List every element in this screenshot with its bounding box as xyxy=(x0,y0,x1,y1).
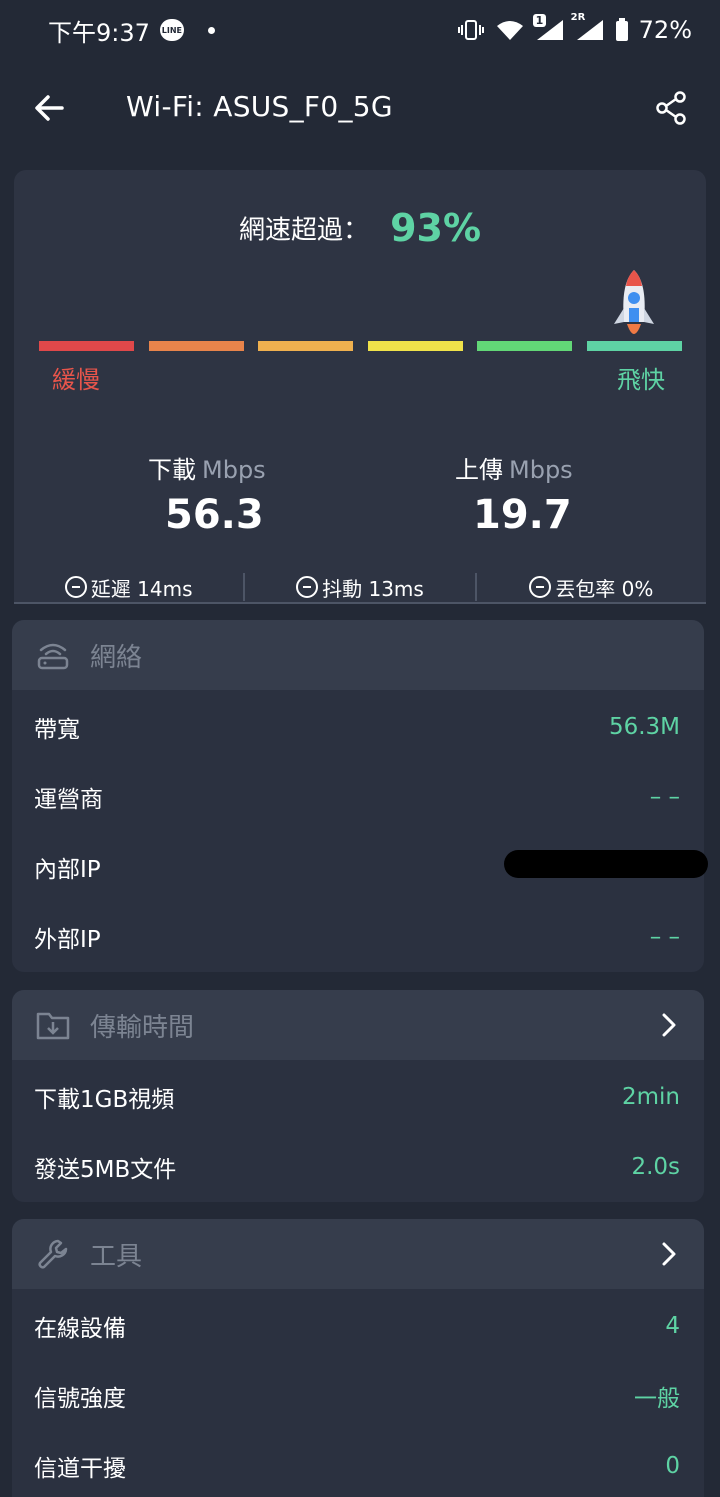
row-label: 信道干擾 xyxy=(34,1456,126,1482)
latency-text: 延遲 14ms xyxy=(90,576,193,601)
row-value: 2.0s xyxy=(631,1154,680,1180)
row-label: 帶寬 xyxy=(34,717,80,743)
chevron-right-icon[interactable] xyxy=(656,1241,682,1267)
jitter-stat: 抖動 13ms xyxy=(245,570,474,604)
battery-icon xyxy=(615,18,628,41)
folder-download-icon xyxy=(36,1012,70,1040)
chevron-right-icon[interactable] xyxy=(656,1012,682,1038)
row-value: 一般 xyxy=(634,1386,680,1412)
vibrate-icon xyxy=(457,20,484,40)
status-bar: 下午9:37 LINE 1 2R 72% xyxy=(0,0,720,60)
transfer-section-title: 傳輸時間 xyxy=(90,1012,195,1043)
row-value: 4 xyxy=(665,1313,680,1339)
online-devices-row[interactable]: 在線設備 4 xyxy=(12,1291,704,1361)
channel-interference-row[interactable]: 信道干擾 0 xyxy=(12,1431,704,1497)
share-icon[interactable] xyxy=(654,90,688,126)
row-label: 發送5MB文件 xyxy=(34,1157,177,1183)
row-label: 在線設備 xyxy=(34,1316,126,1342)
row-value: – – xyxy=(649,784,680,810)
row-label: 內部IP xyxy=(34,857,101,883)
upload-header: 上傳 Mbps xyxy=(455,450,573,485)
speed-ranking-percent: 93% xyxy=(390,206,482,250)
packet-loss-stat: 丟包率 0% xyxy=(477,570,706,604)
row-label: 信號強度 xyxy=(34,1386,126,1412)
line-app-icon: LINE xyxy=(159,19,184,41)
upload-value: 19.7 xyxy=(473,492,572,538)
network-section-title: 網絡 xyxy=(90,642,143,673)
latency-icon xyxy=(64,576,87,598)
external-ip-row: 外部IP – – xyxy=(12,902,704,972)
tools-card: 工具 在線設備 4 信號強度 一般 信道干擾 0 xyxy=(12,1219,704,1497)
wifi-icon xyxy=(496,21,523,40)
network-section-header: 網絡 xyxy=(12,620,704,690)
speed-ranking-label: 網速超過： xyxy=(238,215,369,246)
page-title: Wi-Fi: ASUS_F0_5G xyxy=(126,90,393,123)
latency-stat: 延遲 14ms xyxy=(14,570,243,604)
transfer-section-header[interactable]: 傳輸時間 xyxy=(12,990,704,1060)
send-5mb-row: 發送5MB文件 2.0s xyxy=(12,1132,704,1202)
carrier-row: 運營商 – – xyxy=(12,762,704,832)
speed-scale-segment xyxy=(39,341,134,351)
upload-label: 上傳 xyxy=(455,456,503,484)
row-value: 56.3M xyxy=(608,714,680,740)
wrench-icon xyxy=(38,1239,68,1269)
signal-strength-row[interactable]: 信號強度 一般 xyxy=(12,1361,704,1431)
arrow-left-icon[interactable] xyxy=(32,90,68,126)
row-value: 2min xyxy=(621,1084,680,1110)
jitter-text: 抖動 13ms xyxy=(322,576,424,601)
clock: 下午9:37 xyxy=(48,18,150,47)
tools-section-header[interactable]: 工具 xyxy=(12,1219,704,1289)
jitter-icon xyxy=(296,576,319,598)
packet-loss-icon xyxy=(529,576,552,598)
sim1-signal-icon: 1 xyxy=(532,14,565,42)
sim2-badge: 2R xyxy=(570,12,586,23)
row-value: 0 xyxy=(665,1453,680,1479)
bandwidth-row: 帶寬 56.3M xyxy=(12,692,704,762)
speed-ranking: 網速超過： 93% xyxy=(0,206,720,250)
transfer-time-card: 傳輸時間 下載1GB視頻 2min 發送5MB文件 2.0s xyxy=(12,990,704,1202)
row-value: – – xyxy=(649,924,680,950)
sim1-badge: 1 xyxy=(532,14,547,27)
upload-unit: Mbps xyxy=(509,456,573,484)
row-label: 下載1GB視頻 xyxy=(34,1087,175,1113)
row-label: 外部IP xyxy=(34,927,101,953)
battery-level: 72% xyxy=(638,16,692,44)
slow-label: 緩慢 xyxy=(52,366,100,394)
router-icon xyxy=(37,643,69,670)
notification-dot xyxy=(207,26,215,34)
speed-scale-segment xyxy=(367,341,463,351)
quality-stats: 延遲 14ms 抖動 13ms 丟包率 0% xyxy=(14,570,706,604)
fast-label: 飛快 xyxy=(617,366,665,394)
speed-scale-segment xyxy=(477,341,573,351)
tools-section-title: 工具 xyxy=(90,1241,143,1272)
redaction-mark xyxy=(504,850,708,878)
speed-scale-segment xyxy=(148,341,244,351)
rocket-icon xyxy=(614,270,654,334)
sim2-signal-icon: 2R xyxy=(571,12,605,42)
app-bar: Wi-Fi: ASUS_F0_5G xyxy=(0,62,720,156)
row-label: 運營商 xyxy=(34,787,103,813)
speed-scale-segment xyxy=(258,341,354,351)
network-card: 網絡 帶寬 56.3M 運營商 – – 內部IP 外部IP – – xyxy=(12,620,708,972)
download-label: 下載 xyxy=(148,456,196,484)
packet-loss-text: 丟包率 0% xyxy=(555,576,654,601)
download-header: 下載 Mbps xyxy=(148,450,266,485)
download-1gb-row: 下載1GB視頻 2min xyxy=(12,1062,704,1132)
download-unit: Mbps xyxy=(202,456,266,484)
download-value: 56.3 xyxy=(165,492,264,538)
